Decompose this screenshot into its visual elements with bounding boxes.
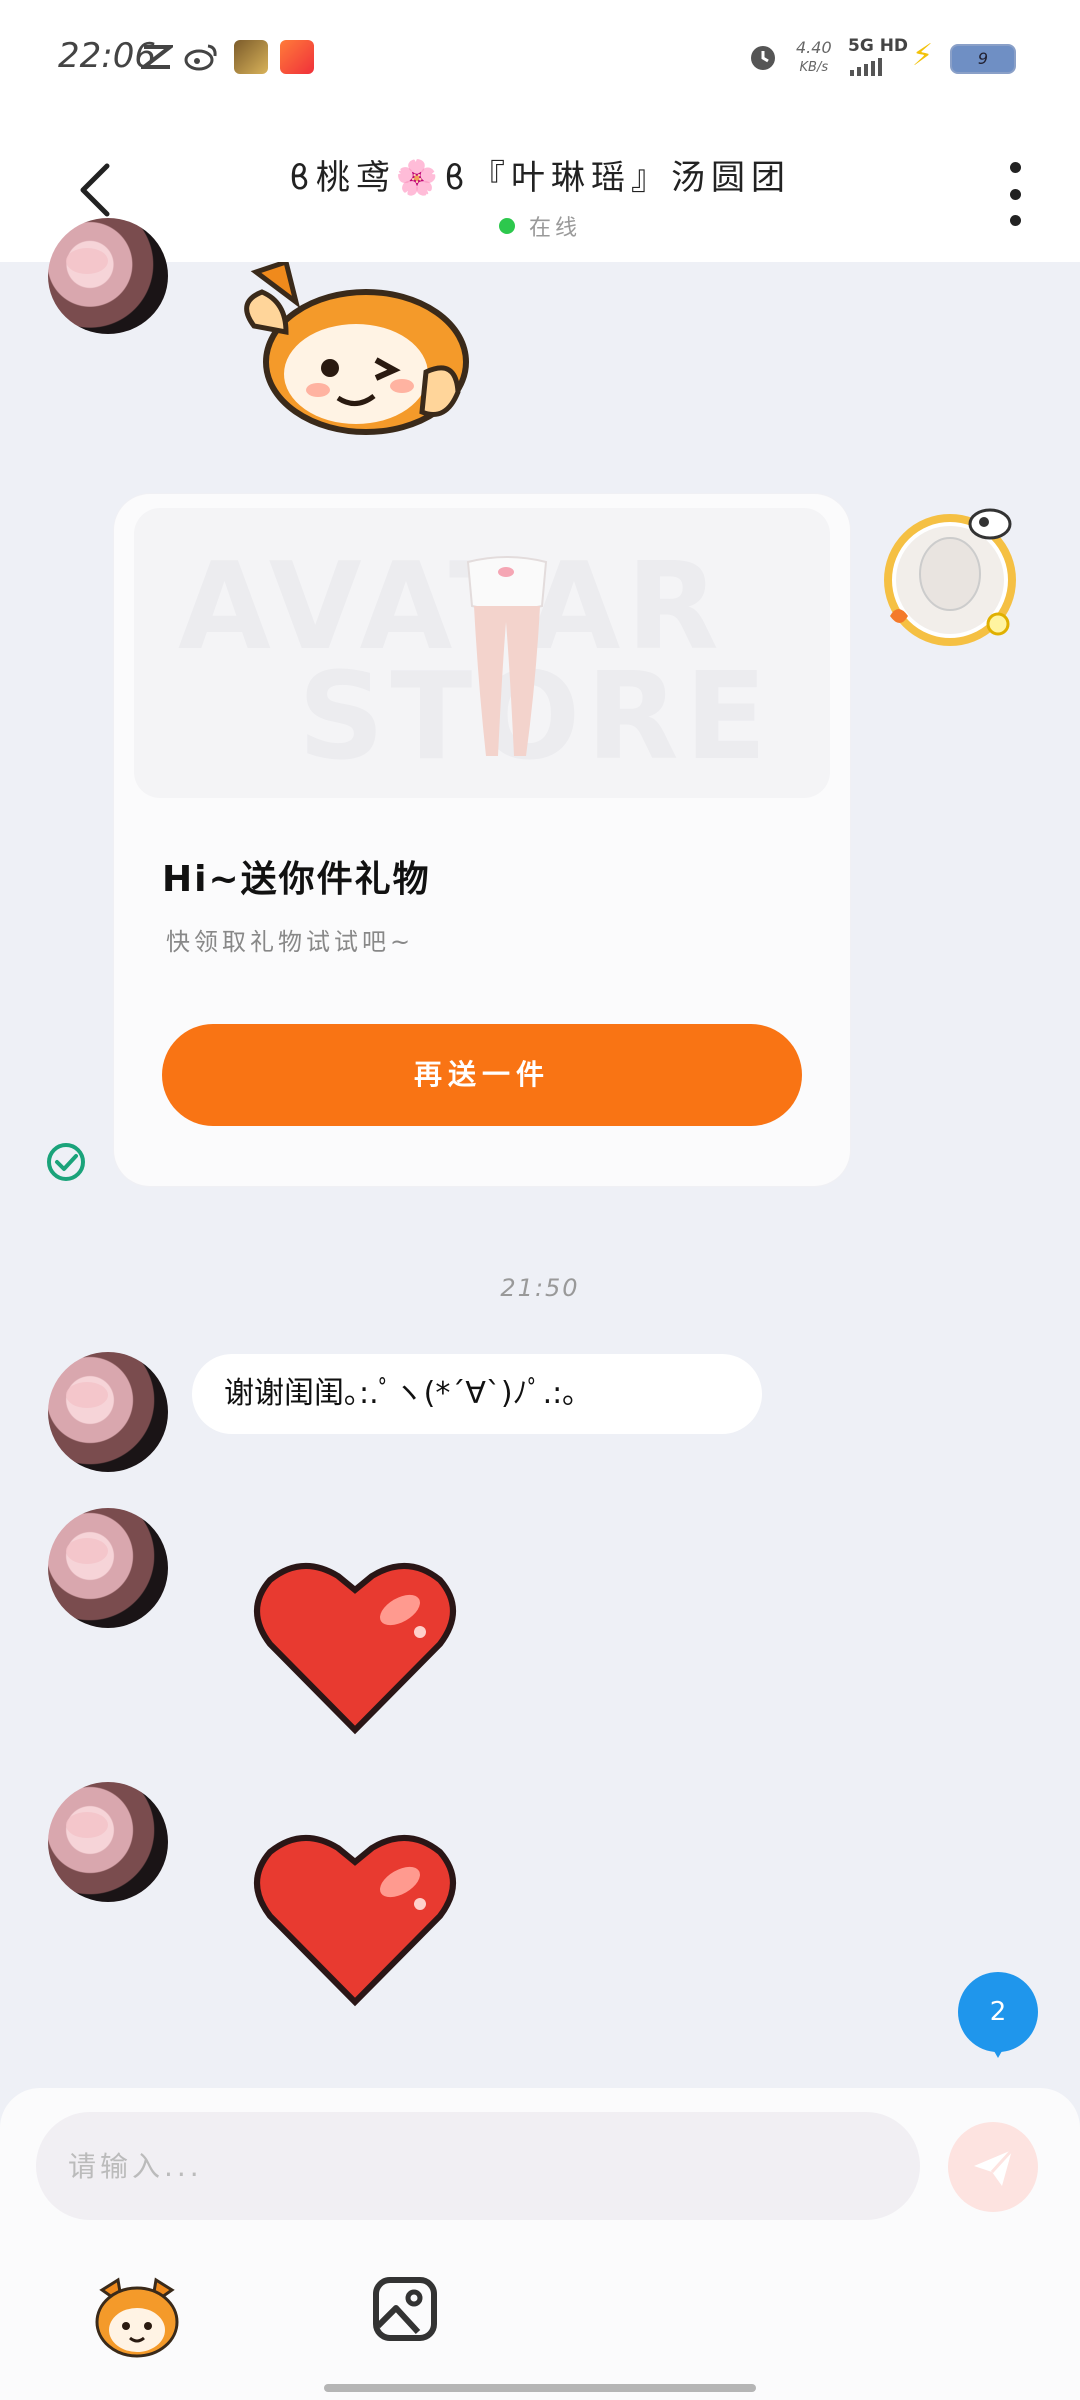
check-circle-icon (47, 1143, 85, 1181)
weibo-icon (184, 40, 218, 74)
alarm-icon (746, 40, 780, 74)
battery-indicator: 9 (950, 44, 1016, 74)
mascot-icon[interactable] (92, 2272, 182, 2362)
network-type: 5G HD (848, 36, 909, 56)
online-status: 在线 (0, 210, 1080, 242)
input-panel (0, 2088, 1080, 2400)
net-speed-value: 4.40 (796, 38, 832, 57)
chat-header: ϐ桃鸢🌸ϐ『叶琳瑶』汤圆团 在线 (0, 120, 1080, 262)
chat-title: ϐ桃鸢🌸ϐ『叶琳瑶』汤圆团 (288, 158, 792, 198)
net-speed: 4.40 KB/s (796, 38, 832, 78)
gift-item-image (466, 556, 548, 756)
more-button[interactable] (998, 162, 1032, 226)
shopping-app-icon (280, 40, 314, 74)
capcut-icon (140, 40, 174, 74)
send-another-gift-button[interactable]: 再送一件 (162, 1024, 802, 1126)
net-speed-unit: KB/s (799, 60, 829, 75)
game-app-icon (234, 40, 268, 74)
avatar[interactable] (48, 1508, 168, 1628)
avatar[interactable] (48, 1352, 168, 1472)
unread-count-badge[interactable]: 2 (958, 1972, 1038, 2058)
image-icon[interactable] (370, 2274, 440, 2344)
message-bubble[interactable]: 谢谢闺闺｡:.ﾟヽ(*´∀`)ﾉﾟ.:｡ (192, 1354, 762, 1434)
message-input[interactable] (36, 2112, 920, 2220)
charging-icon: ⚡ (912, 38, 934, 73)
online-text: 在线 (528, 216, 581, 241)
heart-sticker[interactable] (250, 1558, 460, 1738)
online-dot (498, 218, 515, 234)
my-avatar[interactable] (880, 506, 1022, 648)
gift-card[interactable]: AVATAR STORE Hi~送你件礼物 快领取礼物试试吧~ 再送一件 (114, 494, 850, 1186)
heart-sticker[interactable] (250, 1830, 460, 2010)
gift-preview: AVATAR STORE (134, 508, 830, 798)
avatar[interactable] (48, 218, 168, 334)
status-bar: 22:06 4.40 KB/s 5G HD ⚡ 9 (0, 0, 1080, 120)
mascot-sticker (244, 262, 469, 435)
message-timestamp: 21:50 (500, 1274, 580, 1302)
signal-icon (850, 58, 882, 76)
gift-title: Hi~送你件礼物 (162, 859, 431, 900)
send-icon (974, 2148, 1014, 2186)
send-button[interactable] (948, 2122, 1038, 2212)
avatar[interactable] (48, 1782, 168, 1902)
more-vertical-icon (1009, 162, 1021, 173)
home-indicator[interactable] (324, 2384, 756, 2392)
gift-subtitle: 快领取礼物试试吧~ (166, 928, 415, 956)
